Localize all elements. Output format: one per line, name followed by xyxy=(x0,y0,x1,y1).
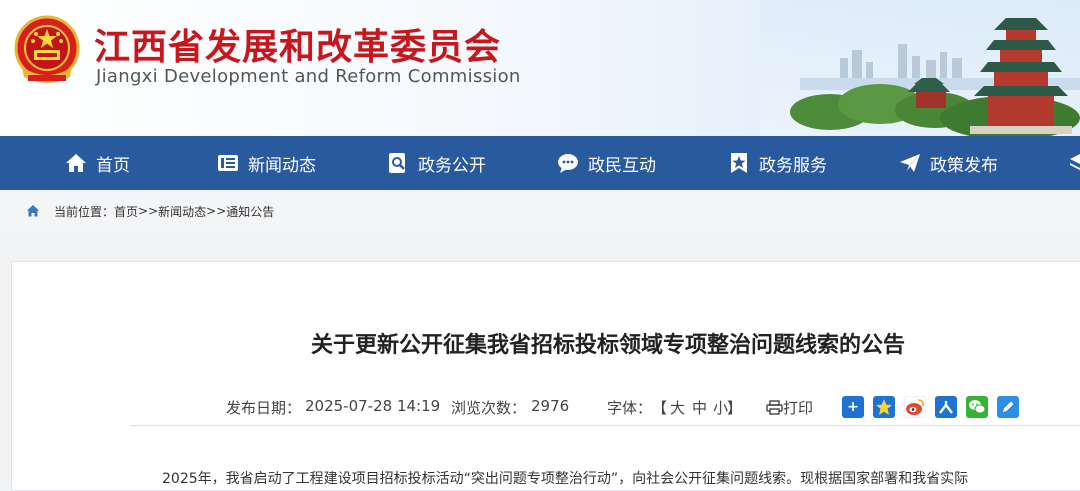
people-icon[interactable] xyxy=(935,396,957,418)
article-card xyxy=(11,261,1080,491)
printer-icon xyxy=(766,400,783,415)
wechat-icon[interactable] xyxy=(966,396,988,418)
nav-item-gov-open[interactable]: 政务公开 xyxy=(386,136,486,190)
site-name-cn: 江西省发展和改革委员会 xyxy=(94,27,502,68)
views-label: 浏览次数： xyxy=(451,399,527,417)
article-title: 关于更新公开征集我省招标投标领域专项整治问题线索的公告 xyxy=(310,333,905,358)
font-size-label: 字体： xyxy=(607,399,653,417)
wechat-logo-icon xyxy=(969,400,986,414)
tengwang-pavilion-banner xyxy=(760,0,1080,136)
nav-item-label: 政民互动 xyxy=(588,155,656,176)
breadcrumb-prefix: 当前位置： xyxy=(54,204,115,219)
site-name-en: Jiangxi Development and Reform Commissio… xyxy=(96,66,521,87)
home-icon[interactable] xyxy=(26,204,40,218)
publish-date-label: 发布日期： xyxy=(226,399,302,417)
meta-divider xyxy=(130,425,1080,426)
nav-item-home[interactable]: 首页 xyxy=(64,136,130,190)
breadcrumb-separator: >> xyxy=(138,204,159,218)
layers-icon xyxy=(1070,154,1080,170)
nav-item-news[interactable]: 新闻动态 xyxy=(216,136,316,190)
nav-item-label: 政务服务 xyxy=(759,155,827,176)
nav-item-label: 首页 xyxy=(96,155,130,176)
font-bracket-open: 【 xyxy=(652,399,668,417)
pencil-icon xyxy=(1003,401,1014,412)
nav-item-label: 政策发布 xyxy=(930,155,998,176)
publish-date: 2025-07-28 14:19 xyxy=(305,397,441,415)
breadcrumb: 当前位置： 首页 >> 新闻动态 >> 通知公告 xyxy=(0,190,1080,232)
weibo-icon[interactable] xyxy=(904,396,926,418)
home-icon xyxy=(66,154,86,172)
font-small-button[interactable]: 小 xyxy=(713,397,728,418)
font-medium-button[interactable]: 中 xyxy=(692,397,707,418)
nav-item-label: 政务公开 xyxy=(418,155,486,176)
article-body-first-line: 2025年，我省启动了工程建设项目招标投标活动“突出问题专项整治行动”，向社会公… xyxy=(162,471,969,487)
share-plus-icon[interactable]: + xyxy=(842,396,864,418)
print-button[interactable]: 打印 xyxy=(766,397,813,418)
main-nav: 首页 新闻动态 政务公开 政民互动 政务服务 政策发布 xyxy=(0,136,1080,190)
site-header: 江西省发展和改革委员会 Jiangxi Development and Refo… xyxy=(0,0,1080,136)
print-label: 打印 xyxy=(783,399,814,417)
font-large-button[interactable]: 大 xyxy=(670,397,685,418)
paper-plane-icon xyxy=(900,154,920,172)
breadcrumb-separator: >> xyxy=(206,204,227,218)
search-doc-icon xyxy=(389,153,405,173)
breadcrumb-notice[interactable]: 通知公告 xyxy=(226,203,274,220)
chat-icon xyxy=(558,154,578,173)
nav-item-policy[interactable]: 政策发布 xyxy=(898,136,998,190)
nav-item-interaction[interactable]: 政民互动 xyxy=(556,136,656,190)
font-bracket-close: 】 xyxy=(727,399,743,417)
qzone-icon[interactable] xyxy=(873,396,895,418)
star-icon xyxy=(876,399,892,415)
star-badge-icon xyxy=(731,153,747,173)
edit-icon[interactable] xyxy=(997,396,1019,418)
national-emblem-icon xyxy=(14,15,80,83)
news-icon xyxy=(218,155,238,171)
nav-item-services[interactable]: 政务服务 xyxy=(727,136,827,190)
nav-item-label: 新闻动态 xyxy=(248,155,316,176)
breadcrumb-home[interactable]: 首页 xyxy=(114,203,138,220)
people-logo-icon xyxy=(939,401,953,414)
nav-item-more[interactable] xyxy=(1068,136,1080,190)
views-count: 2976 xyxy=(531,397,570,415)
weibo-logo-icon xyxy=(906,399,924,415)
breadcrumb-news[interactable]: 新闻动态 xyxy=(158,203,206,220)
